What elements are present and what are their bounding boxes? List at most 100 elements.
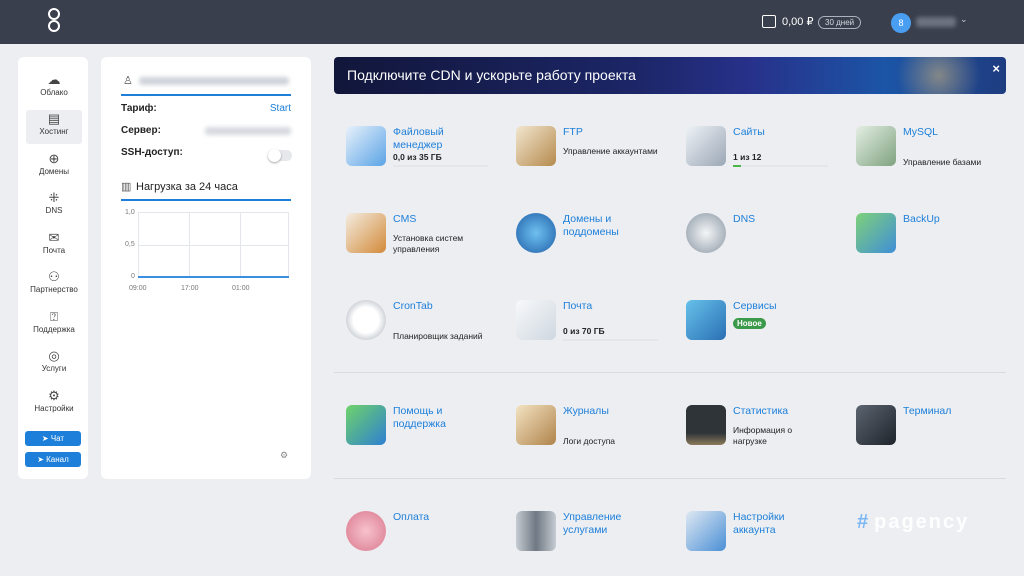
tile-title[interactable]: CronTab	[393, 300, 483, 313]
load-title: ▥ Нагрузка за 24 часа	[121, 180, 291, 201]
tile-ftp[interactable]: FTP Управление аккаунтами	[504, 126, 659, 186]
tile-terminal[interactable]: Терминал	[844, 405, 999, 465]
sidebar-item-domains[interactable]: ⊕ Домены	[26, 150, 82, 184]
y-tick: 0	[131, 273, 135, 280]
tile-manage-services[interactable]: Управление услугами	[504, 511, 659, 571]
clock-icon	[346, 300, 386, 340]
sidebar-item-mail[interactable]: ✉ Почта	[26, 229, 82, 263]
tile-account-settings[interactable]: Настройки аккаунта	[674, 511, 829, 571]
ssh-toggle[interactable]	[268, 149, 292, 162]
tile-domains[interactable]: Домены и поддомены	[504, 213, 659, 273]
database-icon	[856, 126, 896, 166]
avatar[interactable]: 8	[891, 13, 911, 33]
sidebar-item-partners[interactable]: ⚇ Партнерство	[26, 268, 82, 302]
tile-stats[interactable]: Статистика Информация о нагрузке	[674, 405, 829, 465]
tile-title[interactable]: Почта	[563, 300, 653, 313]
sidebar-item-cloud[interactable]: ☁ Облако	[26, 71, 82, 105]
x-tick: 09:00	[129, 285, 147, 292]
sidebar-item-label: Поддержка	[33, 325, 75, 334]
tile-title[interactable]: Статистика	[733, 405, 823, 418]
tile-mysql[interactable]: MySQL Управление базами	[844, 126, 999, 186]
tile-title[interactable]: Файловый менеджер	[393, 126, 483, 152]
bar-chart-icon: ▥	[121, 181, 132, 193]
days-badge: 30 дней	[818, 16, 862, 29]
tile-cms[interactable]: CMS Установка систем управления	[334, 213, 489, 273]
balance[interactable]: 0,00 ₽	[782, 15, 813, 28]
tile-services[interactable]: Сервисы Новое	[674, 300, 829, 360]
channel-button[interactable]: ➤ Канал	[25, 452, 81, 467]
account-user: ♙	[121, 74, 291, 96]
tile-title[interactable]: CMS	[393, 213, 483, 226]
network-icon: ⁜	[48, 190, 60, 205]
tile-desc: Планировщик заданий	[393, 331, 483, 341]
tile-title[interactable]: Терминал	[903, 405, 993, 418]
trash-can-icon	[516, 511, 556, 551]
support-icon: ⍰	[50, 309, 58, 324]
tile-title[interactable]: Сервисы	[733, 300, 823, 313]
sidebar-item-dns[interactable]: ⁜ DNS	[26, 189, 82, 223]
tile-title[interactable]: Помощь и поддержка	[393, 405, 483, 431]
tile-title[interactable]: BackUp	[903, 213, 993, 226]
sidebar-item-services[interactable]: ◎ Услуги	[26, 347, 82, 381]
sidebar-item-hosting[interactable]: ▤ Хостинг	[26, 110, 82, 144]
terminal-icon	[856, 405, 896, 445]
sidebar-item-settings[interactable]: ⚙ Настройки	[26, 387, 82, 421]
sidebar-item-label: Домены	[38, 167, 70, 176]
cloud-icon: ☁	[47, 72, 61, 87]
cdn-banner[interactable]: Подключите CDN и ускорьте работу проекта…	[334, 57, 1006, 94]
tile-backup[interactable]: BackUp	[844, 213, 999, 273]
tile-title[interactable]: Журналы	[563, 405, 653, 418]
x-tick: 17:00	[181, 285, 199, 292]
tile-payment[interactable]: Оплата	[334, 511, 489, 571]
mail-icon: ✉	[48, 230, 60, 245]
tile-title[interactable]: Настройки аккаунта	[733, 511, 823, 537]
sidebar-item-label: DNS	[45, 206, 63, 215]
sidebar-item-support[interactable]: ⍰ Поддержка	[26, 308, 82, 342]
envelope-icon	[516, 300, 556, 340]
chevron-down-icon[interactable]: ⌄	[960, 14, 968, 25]
tile-title[interactable]: Управление услугами	[563, 511, 653, 537]
settings-small-icon[interactable]: ⚙	[280, 450, 288, 461]
banner-text: Подключите CDN и ускорьте работу проекта	[347, 67, 636, 83]
load-title-text: Нагрузка за 24 часа	[136, 181, 238, 193]
usage-bar	[393, 165, 488, 167]
section-divider	[334, 372, 1006, 373]
tile-title[interactable]: FTP	[563, 126, 653, 139]
server-value-blurred	[205, 127, 291, 135]
tile-title[interactable]: MySQL	[903, 126, 993, 139]
channel-button-label: Канал	[46, 455, 69, 464]
tile-file-manager[interactable]: Файловый менеджер 0,0 из 35 ГБ	[334, 126, 489, 186]
tile-dns[interactable]: DNS	[674, 213, 829, 273]
globe-icon	[516, 213, 556, 253]
toggle-knob	[268, 149, 281, 162]
tile-title[interactable]: Домены и поддомены	[563, 213, 653, 239]
dns-network-icon	[686, 213, 726, 253]
ssh-label: SSH-доступ:	[121, 147, 183, 158]
tariff-link[interactable]: Start	[270, 103, 291, 114]
tile-desc: Управление базами	[903, 157, 982, 167]
usage-bar	[563, 339, 658, 341]
tile-help[interactable]: Помощь и поддержка	[334, 405, 489, 465]
logo-icon[interactable]	[44, 8, 64, 36]
close-icon[interactable]: ×	[992, 61, 1000, 76]
chat-button[interactable]: ➤ Чат	[25, 431, 81, 446]
tile-mail[interactable]: Почта 0 из 70 ГБ	[504, 300, 659, 360]
globe-icon: ⊕	[48, 151, 60, 166]
tile-sites[interactable]: Сайты 1 из 12	[674, 126, 829, 186]
tile-logs[interactable]: Журналы Логи доступа	[504, 405, 659, 465]
y-tick: 1,0	[125, 209, 135, 216]
load-chart	[138, 212, 289, 278]
x-tick: 01:00	[232, 285, 250, 292]
wallet-icon[interactable]	[762, 15, 776, 28]
tile-title[interactable]: DNS	[733, 213, 823, 226]
y-tick: 0,5	[125, 241, 135, 248]
tile-title[interactable]: Сайты	[733, 126, 823, 139]
file-manager-icon	[346, 126, 386, 166]
tile-usage: 1 из 12	[733, 152, 762, 162]
tile-title[interactable]: Оплата	[393, 511, 483, 524]
section-divider	[334, 478, 1006, 479]
pagency-watermark: # pagency	[857, 511, 969, 534]
tile-crontab[interactable]: CronTab Планировщик заданий	[334, 300, 489, 360]
whale-icon	[686, 300, 726, 340]
user-name-blurred[interactable]	[916, 17, 956, 27]
